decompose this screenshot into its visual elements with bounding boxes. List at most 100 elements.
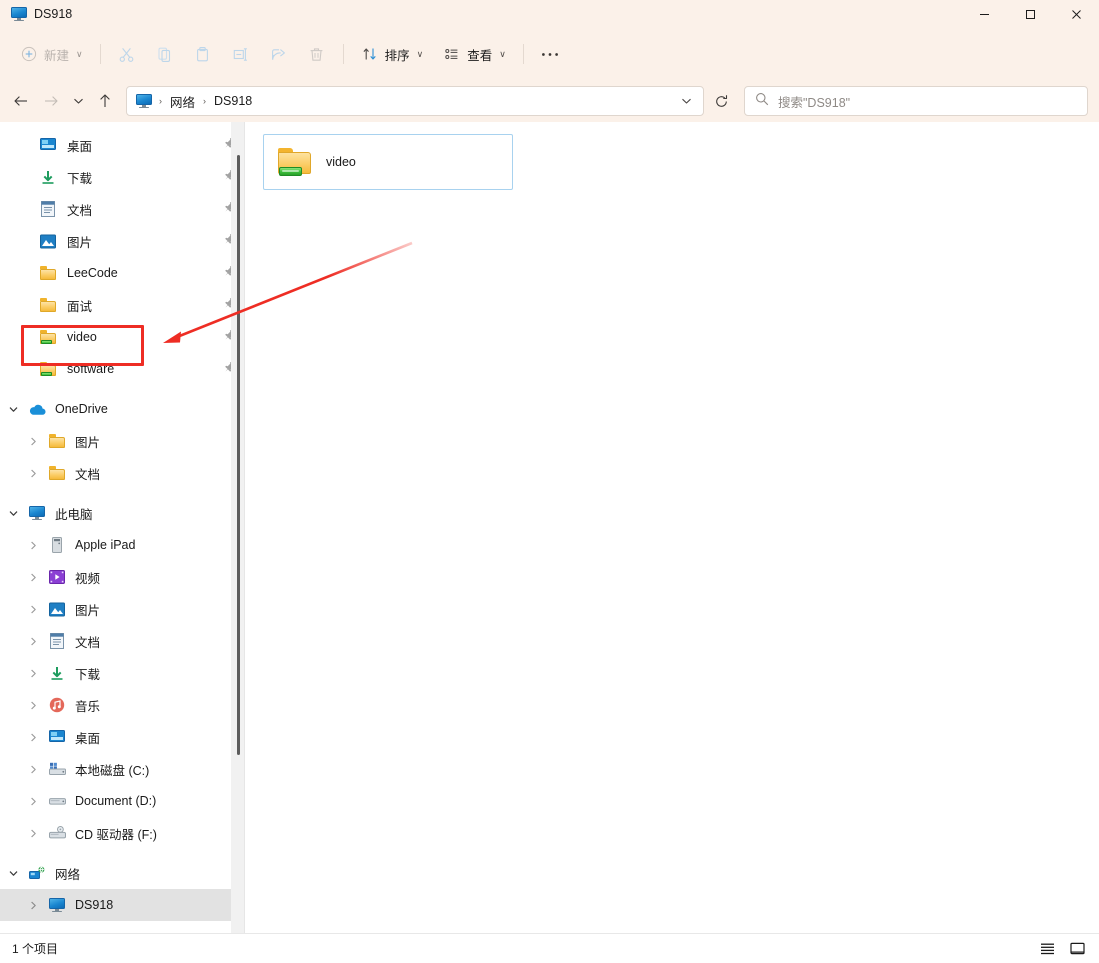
sidebar-item-label: 桌面 — [67, 139, 93, 154]
breadcrumb: › 网络 › DS918 — [136, 90, 673, 113]
sidebar-item-onedrive-pictures[interactable]: 图片 — [0, 425, 245, 457]
copy-button[interactable] — [146, 37, 184, 71]
address-bar[interactable]: › 网络 › DS918 — [126, 86, 704, 116]
sidebar-item-documents[interactable]: › 文档 — [0, 193, 245, 225]
chevron-right-icon[interactable] — [20, 541, 46, 550]
sidebar-item-onedrive-documents[interactable]: 文档 — [0, 457, 245, 489]
up-button[interactable] — [90, 86, 120, 116]
chevron-down-icon: ∨ — [416, 48, 424, 59]
sidebar-item-videos[interactable]: 视频 — [0, 561, 245, 593]
chevron-right-icon[interactable] — [20, 469, 46, 478]
sidebar-item-video[interactable]: › video — [0, 321, 245, 353]
search-icon — [755, 92, 769, 111]
rename-button[interactable] — [222, 37, 260, 71]
item-count-label: 1 个项目 — [12, 942, 59, 956]
chevron-down-icon: ∨ — [499, 48, 506, 59]
sidebar-item-document-d[interactable]: Document (D:) — [0, 785, 245, 817]
folder-shared-icon — [38, 330, 58, 344]
sidebar-item-ds918[interactable]: DS918 — [0, 889, 245, 921]
sidebar-group-onedrive[interactable]: OneDrive — [0, 393, 245, 425]
sidebar-item-label: 网络 — [55, 867, 81, 882]
list-view-icon[interactable] — [1035, 938, 1059, 960]
paste-button[interactable] — [184, 37, 222, 71]
device-icon — [46, 537, 68, 553]
chevron-right-icon[interactable] — [20, 669, 46, 678]
sidebar-item-cd-drive-f[interactable]: CD 驱动器 (F:) — [0, 817, 245, 849]
delete-button[interactable] — [298, 37, 336, 71]
sidebar-item-pictures[interactable]: › 图片 — [0, 225, 245, 257]
more-options-button[interactable] — [531, 37, 569, 71]
sidebar-item-apple-ipad[interactable]: Apple iPad — [0, 529, 245, 561]
folder-icon — [46, 466, 68, 480]
sidebar-item-music[interactable]: 音乐 — [0, 689, 245, 721]
chevron-right-icon[interactable] — [20, 901, 46, 910]
sidebar-item-downloads[interactable]: › 下载 — [0, 161, 245, 193]
chevron-down-icon[interactable] — [0, 406, 26, 413]
sidebar-group-network[interactable]: 网络 — [0, 857, 245, 889]
sidebar-item-label: 此电脑 — [55, 507, 93, 522]
maximize-button[interactable] — [1007, 0, 1053, 28]
chevron-right-icon[interactable] — [20, 797, 46, 806]
pictures-icon — [38, 234, 58, 249]
toolbar-separator — [342, 44, 344, 64]
folder-shared-icon — [277, 147, 313, 177]
cd-drive-icon — [46, 826, 68, 840]
chevron-right-icon[interactable] — [20, 733, 46, 742]
new-button[interactable]: 新建 ∨ — [10, 37, 93, 71]
sidebar-item-pc-documents[interactable]: 文档 — [0, 625, 245, 657]
expand-arrow-placeholder: › — [12, 141, 38, 150]
status-bar: 1 个项目 — [0, 933, 1099, 963]
file-item-video[interactable]: video — [263, 134, 513, 190]
chevron-right-icon[interactable] — [20, 637, 46, 646]
view-button[interactable]: 查看 ∨ — [433, 37, 516, 71]
refresh-button[interactable] — [706, 86, 736, 116]
minimize-button[interactable] — [961, 0, 1007, 28]
sidebar-item-label: Apple iPad — [75, 538, 136, 552]
pictures-icon — [46, 602, 68, 617]
address-dropdown-button[interactable] — [673, 88, 699, 114]
sort-button[interactable]: 排序 ∨ — [351, 37, 434, 71]
sidebar-item-pc-downloads[interactable]: 下载 — [0, 657, 245, 689]
sidebar-item-leecode[interactable]: › LeeCode — [0, 257, 245, 289]
recent-locations-button[interactable] — [66, 86, 90, 116]
sidebar-item-label: 文档 — [67, 203, 93, 218]
details-view-icon[interactable] — [1065, 938, 1089, 960]
breadcrumb-item-ds918[interactable]: DS918 — [208, 92, 258, 110]
sidebar-item-label: 音乐 — [75, 699, 101, 714]
view-toggle-group — [1035, 938, 1089, 960]
chevron-down-icon[interactable] — [0, 870, 26, 877]
close-button[interactable] — [1053, 0, 1099, 28]
cut-button[interactable] — [108, 37, 146, 71]
sidebar-item-pc-pictures[interactable]: 图片 — [0, 593, 245, 625]
chevron-right-icon[interactable] — [20, 605, 46, 614]
chevron-right-icon[interactable] — [20, 829, 46, 838]
sidebar-item-label: 下载 — [75, 667, 101, 682]
chevron-right-icon[interactable] — [20, 765, 46, 774]
breadcrumb-item-network[interactable]: 网络 — [164, 90, 201, 113]
file-explorer-window: DS918 新建 ∨ 排序 ∨ 查看 ∨ › 网络 › DS918 搜索"DS9… — [0, 0, 1099, 963]
chevron-right-icon[interactable] — [20, 701, 46, 710]
sidebar-item-interview[interactable]: › 面试 — [0, 289, 245, 321]
forward-button[interactable] — [36, 86, 66, 116]
chevron-down-icon[interactable] — [0, 510, 26, 517]
sidebar-scrollbar[interactable] — [231, 122, 245, 933]
chevron-right-icon[interactable] — [20, 437, 46, 446]
sidebar-item-label: 图片 — [67, 235, 93, 250]
chevron-right-icon[interactable] — [20, 573, 46, 582]
sidebar-item-pc-desktop[interactable]: 桌面 — [0, 721, 245, 753]
onedrive-icon — [26, 403, 48, 416]
sidebar-item-local-disk-c[interactable]: 本地磁盘 (C:) — [0, 753, 245, 785]
sidebar-scrollbar-thumb[interactable] — [237, 155, 240, 755]
breadcrumb-separator: › — [203, 96, 207, 106]
share-button[interactable] — [260, 37, 298, 71]
sidebar-item-software[interactable]: › software — [0, 353, 245, 385]
search-input[interactable]: 搜索"DS918" — [744, 86, 1088, 116]
back-button[interactable] — [6, 86, 36, 116]
expand-arrow-placeholder: › — [12, 269, 38, 278]
sidebar-group-this-pc[interactable]: 此电脑 — [0, 497, 245, 529]
sidebar-item-label: 桌面 — [75, 731, 101, 746]
file-list-pane[interactable]: video — [245, 122, 1099, 933]
chevron-down-icon: ∨ — [76, 48, 83, 59]
sidebar-item-desktop[interactable]: › 桌面 — [0, 129, 245, 161]
system-drive-icon — [46, 762, 68, 776]
